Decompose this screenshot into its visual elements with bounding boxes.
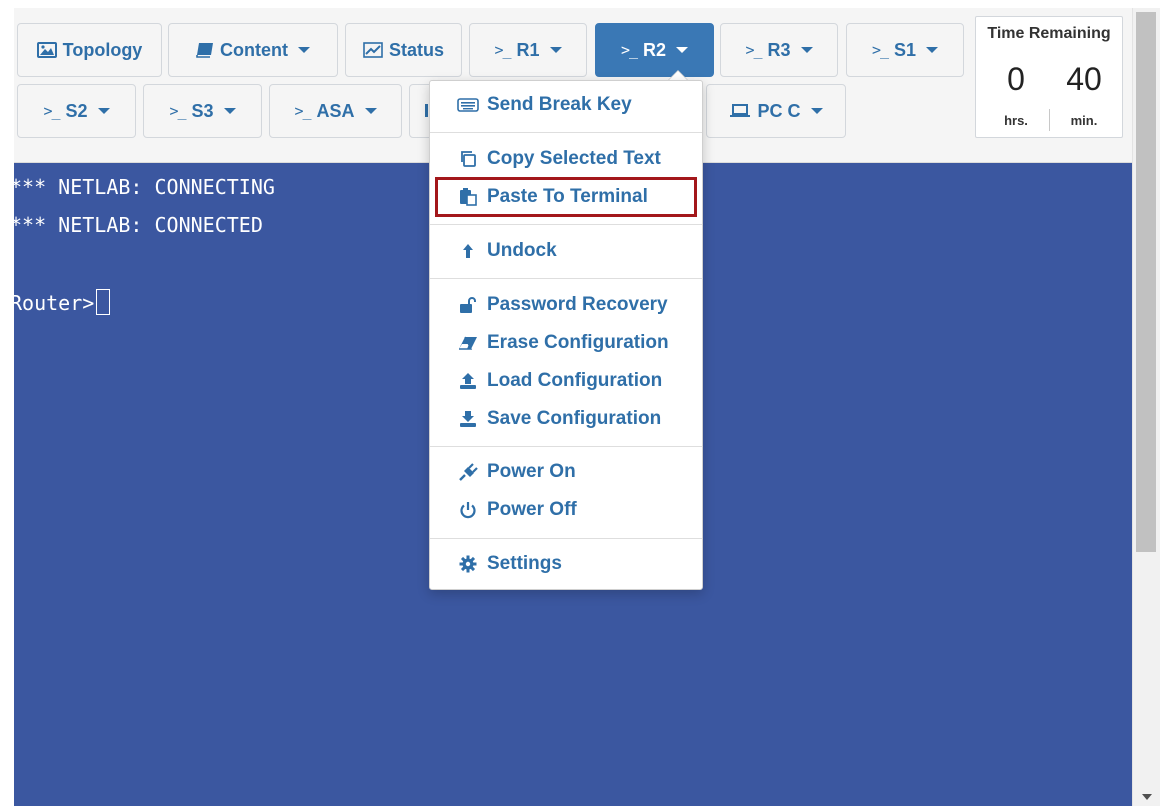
power-icon (457, 500, 479, 520)
terminal-icon: >_ (43, 102, 60, 120)
r1-button[interactable]: >_ R1 (469, 23, 587, 77)
keyboard-icon (457, 95, 479, 115)
menu-item-label: Password Recovery (487, 294, 668, 315)
chevron-down-icon (549, 47, 562, 53)
vertical-scrollbar[interactable] (1132, 8, 1160, 806)
terminal-cursor (96, 289, 111, 315)
time-hours-label: hrs. (1004, 113, 1028, 128)
topology-label: Topology (62, 39, 143, 60)
menu-item-send-break-key[interactable]: Send Break Key (430, 88, 702, 122)
menu-divider (430, 446, 702, 447)
menu-item-label: Power On (487, 461, 576, 482)
scroll-down-arrow-icon[interactable] (1142, 794, 1152, 800)
undock-icon (457, 241, 479, 261)
menu-item-undock[interactable]: Undock (430, 234, 702, 268)
content-label: Content (220, 39, 288, 60)
chevron-down-icon (297, 47, 310, 53)
terminal-icon: >_ (871, 41, 889, 59)
topology-button[interactable]: Topology (17, 23, 162, 77)
menu-item-label: Undock (487, 240, 557, 261)
chevron-down-icon (800, 47, 813, 53)
status-button[interactable]: Status (345, 23, 462, 77)
time-remaining-title: Time Remaining (987, 25, 1111, 42)
r2-dropdown-menu: Send Break Key Copy Selected Text Paste … (429, 80, 703, 590)
menu-divider (430, 278, 702, 279)
terminal-prompt-line: Router> (10, 289, 111, 315)
chevron-down-icon (926, 47, 939, 53)
menu-item-password-recovery[interactable]: Password Recovery (430, 288, 702, 322)
laptop-icon (729, 103, 751, 119)
s3-button[interactable]: >_ S3 (143, 84, 262, 138)
r3-label: R3 (767, 39, 791, 60)
scrollbar-thumb[interactable] (1136, 12, 1156, 552)
chevron-down-icon (97, 108, 110, 114)
terminal-icon: >_ (620, 41, 638, 59)
time-minutes-label: min. (1070, 113, 1098, 128)
menu-divider (430, 538, 702, 539)
terminal-icon: >_ (169, 102, 186, 120)
eraser-icon (457, 333, 479, 353)
s1-button[interactable]: >_ S1 (846, 23, 964, 77)
menu-item-settings[interactable]: Settings (430, 547, 702, 581)
menu-item-copy-selected-text[interactable]: Copy Selected Text (430, 142, 702, 176)
pc-c-label: PC C (757, 100, 801, 121)
s2-button[interactable]: >_ S2 (17, 84, 136, 138)
time-remaining-panel: Time Remaining 0 40 hrs. min. (975, 16, 1123, 138)
s2-label: S2 (65, 100, 88, 121)
gear-icon (457, 554, 479, 574)
content-button[interactable]: Content (168, 23, 338, 77)
s1-label: S1 (894, 39, 917, 60)
terminal-icon: >_ (494, 41, 511, 59)
chevron-down-icon (364, 108, 377, 114)
menu-item-label: Power Off (487, 499, 577, 520)
menu-item-label: Save Configuration (487, 408, 662, 429)
menu-item-load-configuration[interactable]: Load Configuration (430, 364, 702, 398)
terminal-line: *** NETLAB: CONNECTING (10, 175, 275, 199)
status-label: Status (388, 39, 444, 60)
s3-label: S3 (191, 100, 214, 121)
menu-item-label: Load Configuration (487, 370, 663, 391)
terminal-icon: >_ (745, 41, 762, 59)
r3-button[interactable]: >_ R3 (720, 23, 838, 77)
pc-c-button[interactable]: PC C (706, 84, 846, 138)
chevron-down-icon (223, 108, 236, 114)
asa-label: ASA (316, 100, 355, 121)
chevron-down-icon (676, 47, 689, 53)
menu-divider (430, 132, 702, 133)
menu-item-label: Settings (487, 553, 562, 574)
unlock-icon (457, 295, 479, 315)
time-minutes-value: 40 (1066, 61, 1102, 97)
menu-item-label: Erase Configuration (487, 332, 669, 353)
chevron-down-icon (810, 108, 823, 114)
book-icon (196, 42, 214, 58)
upload-icon (457, 371, 479, 391)
menu-item-power-on[interactable]: Power On (430, 455, 702, 489)
terminal-icon: >_ (294, 102, 311, 120)
r2-label: R2 (643, 39, 667, 60)
highlight-box (435, 177, 697, 217)
time-hours-value: 0 (1007, 61, 1025, 97)
terminal-prompt: Router> (10, 291, 95, 315)
copy-icon (457, 149, 479, 169)
terminal-line: *** NETLAB: CONNECTED (10, 213, 263, 237)
menu-item-erase-configuration[interactable]: Erase Configuration (430, 326, 702, 360)
r1-label: R1 (516, 39, 540, 60)
r2-button[interactable]: >_ R2 (595, 23, 714, 77)
menu-divider (430, 224, 702, 225)
plug-icon (457, 462, 479, 482)
chart-icon (363, 42, 383, 58)
menu-item-power-off[interactable]: Power Off (430, 493, 702, 527)
menu-item-label: Send Break Key (487, 94, 632, 115)
time-divider (1049, 109, 1050, 131)
image-icon (36, 42, 57, 58)
download-icon (457, 409, 479, 429)
asa-button[interactable]: >_ ASA (269, 84, 402, 138)
menu-item-save-configuration[interactable]: Save Configuration (430, 402, 702, 436)
menu-item-label: Copy Selected Text (487, 148, 661, 169)
